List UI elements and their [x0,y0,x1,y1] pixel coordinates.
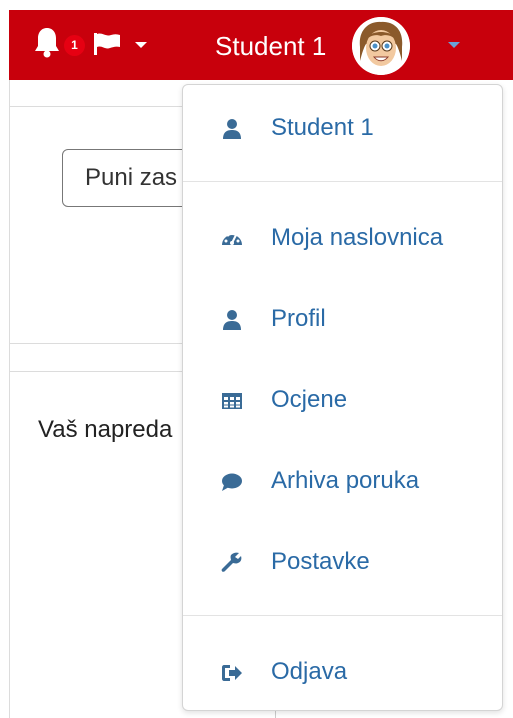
menu-divider [183,615,502,616]
user-icon [223,119,241,139]
comment-icon [222,473,242,491]
dashboard-icon [222,231,242,245]
user-dropdown-menu: Student 1 Moja naslovnica Profil Ocjene … [182,84,503,711]
progress-heading: Vaš napreda [38,416,173,443]
divider [9,343,189,344]
full-search-button-label: Puni zas [85,164,178,191]
divider [9,371,189,372]
menu-item-label: Profil [271,305,326,332]
menu-item-label: Moja naslovnica [271,224,444,251]
menu-item-label: Postavke [271,548,370,575]
user-menu-chevron-down-icon[interactable] [448,42,460,48]
menu-divider [183,181,502,182]
menu-item-grades[interactable]: Ocjene [183,370,502,430]
menu-item-profile-name[interactable]: Student 1 [183,98,502,158]
menu-item-label: Arhiva poruka [271,467,420,494]
navbar-username[interactable]: Student 1 [215,30,326,62]
avatar[interactable] [352,17,410,75]
table-icon [222,393,242,409]
menu-item-profile[interactable]: Profil [183,289,502,349]
bell-icon[interactable] [33,26,61,58]
menu-item-label: Ocjene [271,386,348,413]
menu-item-label: Odjava [271,658,348,685]
messages-chevron-down-icon[interactable] [135,42,147,48]
menu-item-messages[interactable]: Arhiva poruka [183,451,502,511]
page-border [9,80,10,718]
notification-count-badge: 1 [64,35,85,56]
menu-item-label: Student 1 [271,114,374,141]
menu-item-logout[interactable]: Odjava [183,642,502,702]
sign-out-icon [222,665,242,681]
user-icon [223,310,241,330]
flag-icon[interactable] [93,32,121,56]
menu-item-preferences[interactable]: Postavke [183,532,502,592]
divider [9,106,189,107]
menu-item-dashboard[interactable]: Moja naslovnica [183,208,502,268]
wrench-icon [221,552,242,572]
